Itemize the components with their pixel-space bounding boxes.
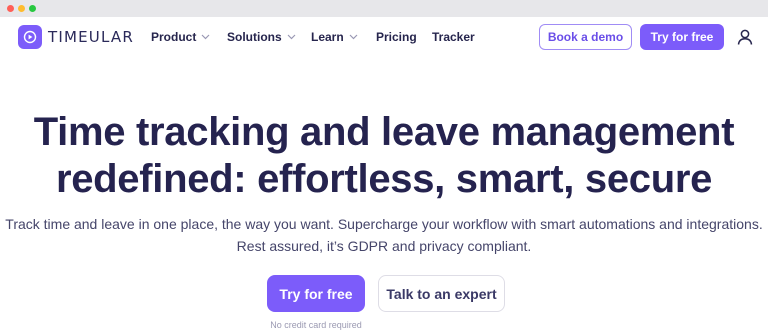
no-credit-card-note: No credit card required (270, 320, 362, 330)
talk-to-expert-button[interactable]: Talk to an expert (378, 275, 505, 312)
chevron-down-icon (349, 34, 358, 39)
logo-link[interactable]: TIMEULAR (18, 25, 134, 49)
hero-subtitle: Track time and leave in one place, the w… (0, 213, 768, 257)
nav-item-label: Tracker (432, 30, 475, 44)
chevron-down-icon (287, 34, 296, 39)
nav-item-label: Learn (311, 30, 344, 44)
hero-title-line: Time tracking and leave management (33, 110, 735, 154)
hero-subtitle-line: Track time and leave in one place, the w… (5, 216, 763, 232)
nav-item-pricing[interactable]: Pricing (376, 30, 417, 44)
browser-window: TIMEULAR Product Solutions Learn Pricing… (0, 0, 768, 335)
nav-item-label: Solutions (227, 30, 282, 44)
nav-item-label: Product (151, 30, 197, 44)
try-free-nav-button[interactable]: Try for free (640, 24, 724, 50)
hero-title-line: redefined: effortless, smart, secure (55, 157, 713, 201)
close-window-button[interactable] (7, 5, 14, 12)
nav-item-product[interactable]: Product (151, 30, 210, 44)
hero-subtitle-line: Rest assured, it’s GDPR and privacy comp… (236, 238, 532, 254)
nav-item-solutions[interactable]: Solutions (227, 30, 296, 44)
nav-item-learn[interactable]: Learn (311, 30, 358, 44)
maximize-window-button[interactable] (29, 5, 36, 12)
window-titlebar (0, 0, 768, 17)
user-icon (737, 29, 753, 45)
account-button[interactable] (736, 28, 754, 46)
minimize-window-button[interactable] (18, 5, 25, 12)
site-header: TIMEULAR Product Solutions Learn Pricing… (0, 17, 768, 57)
nav-item-tracker[interactable]: Tracker (432, 30, 475, 44)
book-demo-button[interactable]: Book a demo (539, 24, 632, 50)
nav-item-label: Pricing (376, 30, 417, 44)
hero-title: Time tracking and leave management redef… (0, 109, 768, 203)
timeular-logo-icon (18, 25, 42, 49)
try-free-button[interactable]: Try for free (267, 275, 365, 312)
logo-wordmark: TIMEULAR (48, 28, 134, 46)
chevron-down-icon (201, 34, 210, 39)
